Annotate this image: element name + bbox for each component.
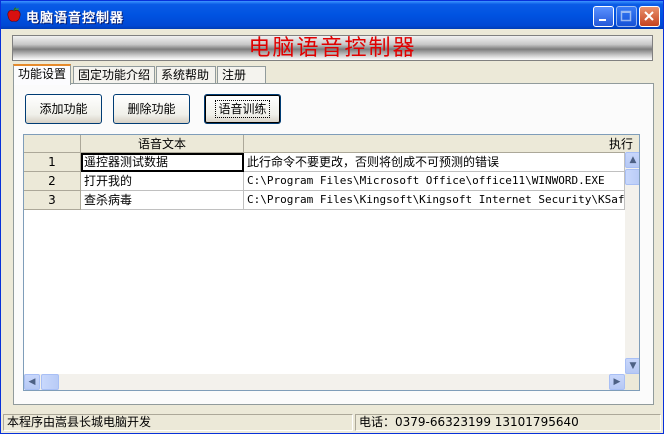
row-number[interactable]: 2 — [24, 172, 81, 191]
scroll-down-button[interactable]: ▼ — [625, 358, 639, 374]
table-cell-voice-text[interactable]: 遥控器测试数据 — [81, 153, 244, 172]
status-phone: 电话：0379-66323199 13101795640 — [355, 414, 661, 431]
tab-register[interactable]: 注册 — [217, 66, 266, 84]
scroll-right-button[interactable]: ▶ — [609, 374, 625, 390]
scrollbar-corner — [625, 374, 639, 390]
row-number[interactable]: 3 — [24, 191, 81, 210]
grid-corner-header — [24, 135, 81, 153]
command-grid[interactable]: 语音文本 执行 1 遥控器测试数据 此行命令不要更改，否则将创成不可预测的错误 … — [23, 134, 640, 391]
app-window: 电脑语音控制器 电脑语音控制器 功能设置 固定功能介绍 系统帮助 注册 添加功能… — [0, 0, 664, 434]
table-cell-command[interactable]: 此行命令不要更改，否则将创成不可预测的错误 — [244, 153, 625, 172]
horizontal-scroll-thumb[interactable] — [41, 374, 59, 390]
banner-title: 电脑语音控制器 — [248, 36, 417, 61]
column-header-voice-text[interactable]: 语音文本 — [81, 135, 244, 153]
status-developer: 本程序由嵩县长城电脑开发 — [3, 414, 353, 431]
column-header-command[interactable]: 执行 — [244, 135, 639, 153]
title-bar[interactable]: 电脑语音控制器 — [1, 1, 663, 29]
maximize-button[interactable] — [616, 6, 637, 27]
scroll-up-button[interactable]: ▲ — [625, 152, 639, 168]
status-bar: 本程序由嵩县长城电脑开发 电话：0379-66323199 1310179564… — [1, 412, 663, 433]
window-title: 电脑语音控制器 — [26, 11, 125, 26]
minimize-icon — [599, 19, 606, 21]
add-function-button[interactable]: 添加功能 — [25, 94, 102, 124]
scroll-left-button[interactable]: ◀ — [24, 374, 40, 390]
delete-function-button[interactable]: 删除功能 — [113, 94, 190, 124]
horizontal-scrollbar[interactable]: ◀ ▶ — [24, 374, 625, 390]
voice-training-label: 语音训练 — [215, 100, 270, 118]
close-button[interactable] — [639, 6, 660, 27]
table-cell-command[interactable]: C:\Program Files\Kingsoft\Kingsoft Inter… — [244, 191, 625, 210]
minimize-button[interactable] — [593, 6, 614, 27]
close-icon — [644, 11, 654, 21]
tab-system-help[interactable]: 系统帮助 — [156, 66, 216, 84]
table-cell-command[interactable]: C:\Program Files\Microsoft Office\office… — [244, 172, 625, 191]
voice-training-button[interactable]: 语音训练 — [204, 94, 281, 124]
apple-icon — [7, 7, 21, 22]
banner: 电脑语音控制器 — [12, 35, 653, 61]
maximize-icon — [620, 10, 632, 22]
row-number[interactable]: 1 — [24, 153, 81, 172]
table-cell-voice-text[interactable]: 打开我的 — [81, 172, 244, 191]
vertical-scrollbar[interactable]: ▲ ▼ — [625, 152, 639, 374]
vertical-scroll-thumb[interactable] — [625, 169, 639, 185]
tab-function-settings[interactable]: 功能设置 — [13, 64, 71, 85]
table-cell-voice-text[interactable]: 查杀病毒 — [81, 191, 244, 210]
tab-fixed-functions[interactable]: 固定功能介绍 — [73, 66, 155, 84]
